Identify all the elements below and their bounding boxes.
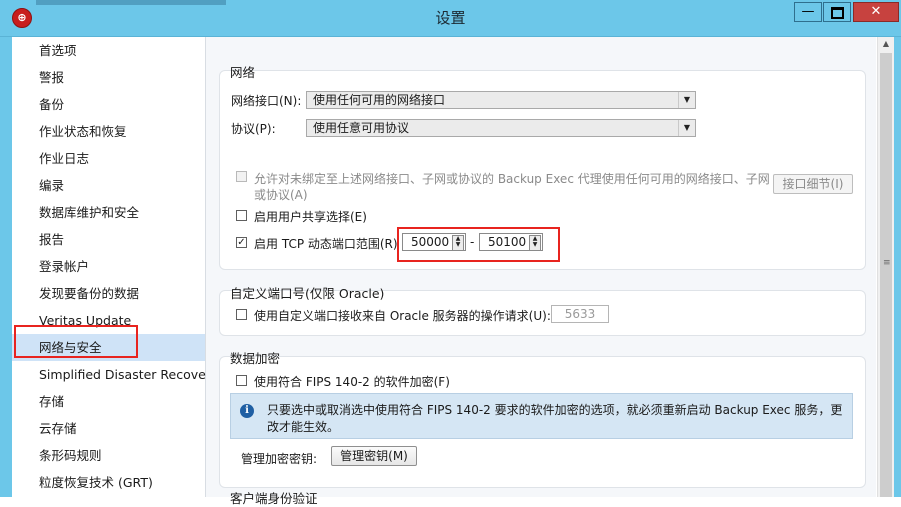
sidebar-item-discover-data[interactable]: 发现要备份的数据: [12, 280, 205, 307]
allow-agent-label-line2: 或协议(A): [254, 188, 308, 202]
network-interface-value: 使用任何可用的网络接口: [313, 93, 446, 107]
sidebar-item-logon-accounts[interactable]: 登录帐户: [12, 253, 205, 280]
range-separator: -: [470, 235, 475, 249]
spinner-arrows-icon[interactable]: ▲ ▼: [452, 235, 464, 251]
fips-checkbox[interactable]: [236, 375, 247, 386]
allow-agent-checkbox[interactable]: [236, 171, 247, 182]
sidebar-item-backup[interactable]: 备份: [12, 91, 205, 118]
custom-port-checkbox[interactable]: [236, 309, 247, 320]
manage-key-button[interactable]: 管理密钥(M): [331, 446, 417, 466]
custom-port-label: 使用自定义端口接收来自 Oracle 服务器的操作请求(U):: [254, 309, 551, 323]
title-bar: ⊕ 设置 — ✕: [0, 0, 901, 37]
protocol-label: 协议(P):: [231, 122, 276, 136]
sidebar-item-barcode-rules[interactable]: 条形码规则: [12, 442, 205, 469]
dropdown-arrow-icon: ▼: [678, 92, 695, 108]
sidebar-item-storage[interactable]: 存储: [12, 388, 205, 415]
sidebar-item-database-maintenance[interactable]: 数据库维护和安全: [12, 199, 205, 226]
dropdown-arrow-icon: ▼: [678, 120, 695, 136]
manage-key-label: 管理加密密钥:: [241, 452, 318, 466]
sidebar-item-veritas-update[interactable]: Veritas Update: [12, 307, 205, 334]
sidebar-item-preferences[interactable]: 首选项: [12, 37, 205, 64]
sidebar-item-job-status[interactable]: 作业状态和恢复: [12, 118, 205, 145]
interface-details-button[interactable]: 接口细节(I): [773, 174, 853, 194]
allow-agent-label-line1: 允许对未绑定至上述网络接口、子网或协议的 Backup Exec 代理使用任何可…: [254, 172, 770, 186]
network-group-title: 网络: [230, 65, 256, 80]
sidebar-item-grt[interactable]: 粒度恢复技术 (GRT): [12, 469, 205, 496]
grip-icon: ≡: [883, 258, 891, 268]
client-auth-group-title: 客户端身份验证: [230, 491, 318, 506]
restart-info-text: 只要选中或取消选中使用符合 FIPS 140-2 要求的软件加密的选项，就必须重…: [267, 403, 843, 434]
tcp-range-label: 启用 TCP 动态端口范围(R): [254, 237, 398, 251]
tcp-range-checkbox[interactable]: [236, 237, 247, 248]
info-icon: i: [240, 404, 254, 418]
sidebar-item-cloud-storage[interactable]: 云存储: [12, 415, 205, 442]
network-interface-label: 网络接口(N):: [231, 94, 302, 108]
protocol-select[interactable]: 使用任意可用协议 ▼: [306, 119, 696, 137]
tcp-range-to-spinner[interactable]: 50100 ▲ ▼: [479, 233, 543, 251]
tcp-range-from-spinner[interactable]: 50000 ▲ ▼: [402, 233, 466, 251]
sidebar-item-network-security[interactable]: 网络与安全: [12, 334, 205, 361]
minimize-button[interactable]: —: [794, 2, 822, 22]
window-title: 设置: [435, 9, 466, 27]
custom-port-group-title: 自定义端口号(仅限 Oracle): [230, 286, 385, 301]
sidebar-item-catalog[interactable]: 编录: [12, 172, 205, 199]
restart-info-box: i 只要选中或取消选中使用符合 FIPS 140-2 要求的软件加密的选项，就必…: [230, 393, 853, 439]
scroll-up-icon[interactable]: ▲: [878, 37, 894, 51]
maximize-button[interactable]: [823, 2, 851, 22]
user-share-label: 启用用户共享选择(E): [254, 210, 367, 224]
maximize-icon: [830, 7, 844, 19]
sidebar-item-job-log[interactable]: 作业日志: [12, 145, 205, 172]
network-interface-select[interactable]: 使用任何可用的网络接口 ▼: [306, 91, 696, 109]
fips-label: 使用符合 FIPS 140-2 的软件加密(F): [254, 375, 450, 389]
scroll-thumb[interactable]: ≡: [880, 53, 892, 497]
settings-sidebar: 首选项 警报 备份 作业状态和恢复 作业日志 编录 数据库维护和安全 报告 登录…: [12, 37, 218, 497]
window-frame-right: [893, 37, 901, 497]
window-frame-left: [0, 37, 12, 497]
custom-port-field[interactable]: 5633: [551, 305, 609, 323]
encryption-group-title: 数据加密: [230, 351, 281, 366]
tcp-range-from-value: 50000: [411, 235, 450, 249]
spinner-arrows-icon[interactable]: ▲ ▼: [529, 235, 541, 251]
vertical-scrollbar[interactable]: ▲ ≡: [877, 37, 894, 497]
protocol-value: 使用任意可用协议: [313, 121, 410, 135]
sidebar-item-alerts[interactable]: 警报: [12, 64, 205, 91]
close-button[interactable]: ✕: [853, 2, 899, 22]
user-share-checkbox[interactable]: [236, 210, 247, 221]
sidebar-item-reports[interactable]: 报告: [12, 226, 205, 253]
sidebar-item-sdr[interactable]: Simplified Disaster Recovery: [12, 361, 218, 388]
tcp-range-to-value: 50100: [488, 235, 527, 249]
